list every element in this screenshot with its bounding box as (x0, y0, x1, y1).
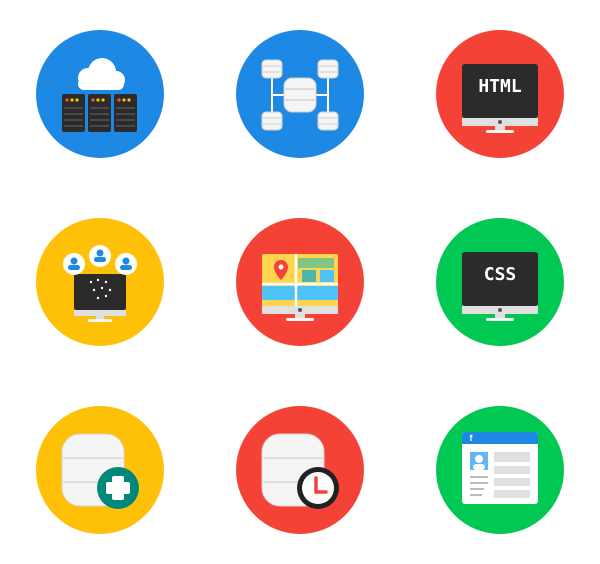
facebook-profile-icon: f (436, 406, 564, 534)
html-monitor-icon: HTML (436, 30, 564, 158)
icon-grid: HTML CSS f (0, 0, 600, 564)
database-network-icon (236, 30, 364, 158)
html-screen-text: HTML (478, 76, 522, 97)
css-screen-text: CSS (484, 264, 517, 285)
css-monitor-icon: CSS (436, 218, 564, 346)
database-add-icon (36, 406, 164, 534)
cloud-server-icon (36, 30, 164, 158)
network-users-monitor-icon (36, 218, 164, 346)
map-monitor-icon (236, 218, 364, 346)
database-clock-icon (236, 406, 364, 534)
